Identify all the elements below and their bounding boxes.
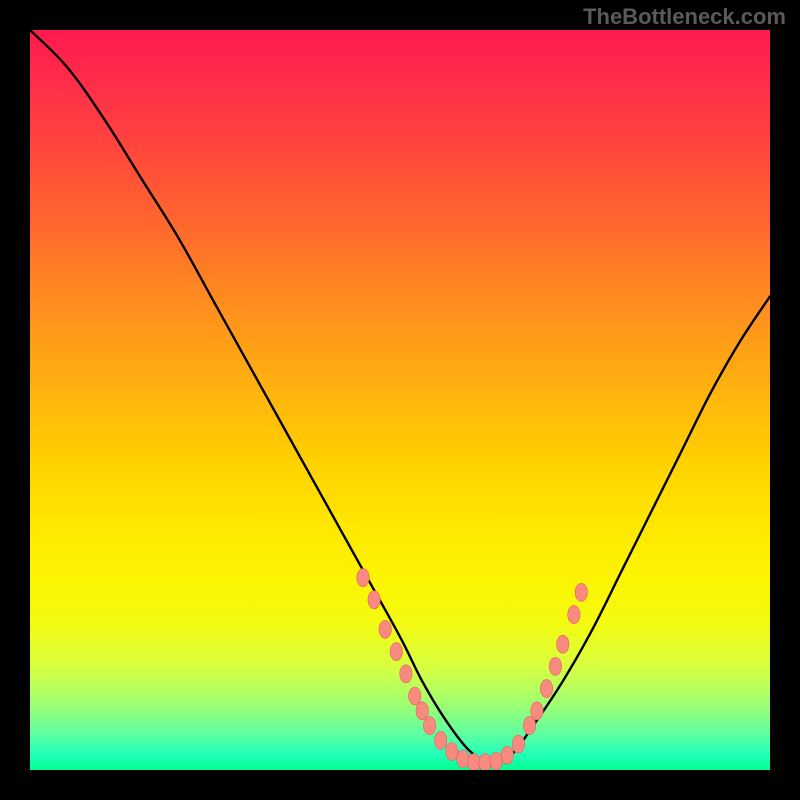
highlight-dot — [457, 750, 469, 768]
highlight-dot — [416, 702, 428, 720]
highlight-dot — [468, 754, 480, 770]
highlight-dot — [368, 591, 380, 609]
highlight-dot — [523, 717, 535, 735]
highlight-dot — [357, 569, 369, 587]
highlight-dot — [379, 620, 391, 638]
plot-area — [30, 30, 770, 770]
highlight-dot — [446, 743, 458, 761]
highlight-dot — [501, 746, 513, 764]
highlight-dot — [531, 702, 543, 720]
highlight-dot — [568, 606, 580, 624]
bottleneck-curve — [30, 30, 489, 766]
highlight-dot — [479, 754, 491, 770]
highlight-dot — [409, 687, 421, 705]
highlight-dot — [400, 665, 412, 683]
bottleneck-curve — [489, 296, 770, 766]
highlight-dot — [540, 680, 552, 698]
highlight-dot — [390, 643, 402, 661]
highlight-dot — [490, 752, 502, 770]
highlight-dot — [575, 583, 587, 601]
highlight-dot — [557, 635, 569, 653]
chart-svg — [30, 30, 770, 770]
watermark-text: TheBottleneck.com — [583, 4, 786, 30]
highlight-dot — [423, 717, 435, 735]
highlight-dot — [549, 657, 561, 675]
highlight-dot — [435, 731, 447, 749]
highlight-dot — [512, 735, 524, 753]
